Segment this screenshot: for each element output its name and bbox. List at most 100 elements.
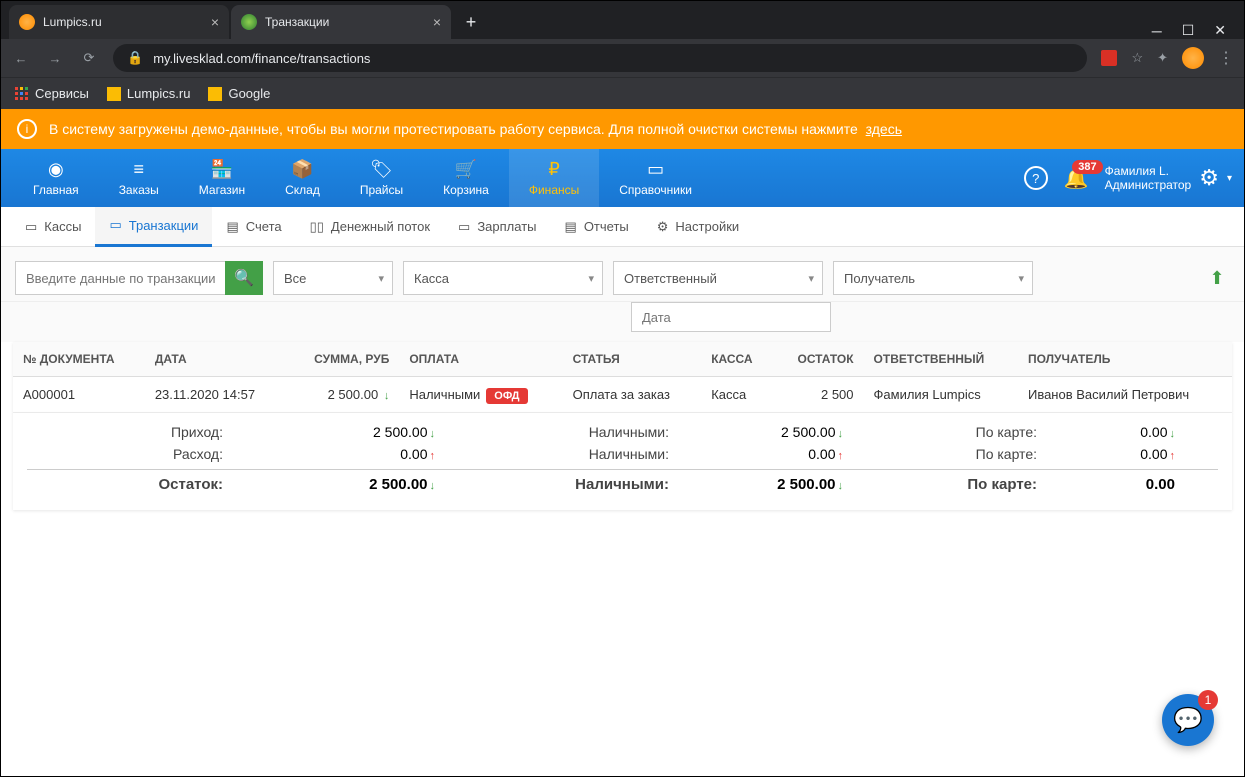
filter-bar: 🔍 Все Касса Ответственный Получатель ⬆ [1, 247, 1244, 302]
th-rest[interactable]: ОСТАТОК [774, 342, 864, 377]
lock-icon: 🔒 [127, 50, 143, 66]
card-icon: ▭ [109, 217, 121, 233]
help-icon[interactable]: ? [1024, 166, 1048, 190]
filter-all[interactable]: Все [273, 261, 393, 295]
sub-nav: ▭Кассы ▭Транзакции ▤Счета ▯▯Денежный пот… [1, 207, 1244, 247]
up-arrow-icon: ↑ [430, 450, 436, 462]
orders-icon: ≡ [133, 160, 144, 180]
nav-cart[interactable]: 🛒Корзина [423, 149, 509, 207]
subnav-salary[interactable]: ▭Зарплаты [444, 207, 550, 247]
back-button[interactable]: ← [11, 48, 31, 68]
user-menu[interactable]: Фамилия L. Администратор ⚙ ▾ [1105, 164, 1232, 192]
close-icon[interactable]: × [211, 14, 219, 30]
th-date[interactable]: ДАТА [145, 342, 287, 377]
up-arrow-icon: ↑ [1170, 450, 1176, 462]
shop-icon: 🏪 [211, 160, 233, 180]
window-controls: ─ ☐ ✕ [1134, 22, 1244, 39]
forward-button[interactable]: → [45, 48, 65, 68]
th-doc[interactable]: № ДОКУМЕНТА [13, 342, 145, 377]
maximize-icon[interactable]: ☐ [1182, 22, 1195, 39]
export-button[interactable]: ⬆ [1204, 265, 1230, 291]
menu-icon[interactable]: ⋮ [1218, 48, 1234, 68]
down-arrow-icon: ↓ [838, 428, 844, 440]
banner-link[interactable]: здесь [866, 121, 902, 137]
new-tab-button[interactable]: + [457, 8, 485, 36]
date-input[interactable] [631, 302, 831, 332]
main-nav: ◉Главная ≡Заказы 🏪Магазин 📦Склад 🏷Прайсы… [1, 149, 1244, 207]
chat-badge: 1 [1198, 690, 1218, 710]
th-pay[interactable]: ОПЛАТА [399, 342, 562, 377]
minimize-icon[interactable]: ─ [1152, 23, 1162, 39]
url-text: my.livesklad.com/finance/transactions [153, 51, 370, 66]
bookmark-star-icon[interactable]: ☆ [1131, 50, 1143, 66]
chat-button[interactable]: 💬 1 [1162, 694, 1214, 746]
th-kassa[interactable]: КАССА [701, 342, 774, 377]
tag-icon: 🏷 [370, 160, 393, 180]
report-icon: ▤ [565, 219, 577, 235]
subnav-cashflow[interactable]: ▯▯Денежный поток [296, 207, 444, 247]
user-name: Фамилия L. [1105, 164, 1192, 178]
gear-icon: ⚙ [1199, 165, 1219, 191]
browser-window: Lumpics.ru × Транзакции × + ─ ☐ ✕ ← → ⟳ … [0, 0, 1245, 777]
book-icon: ▭ [647, 160, 664, 180]
nav-refs[interactable]: ▭Справочники [599, 149, 712, 207]
nav-prices[interactable]: 🏷Прайсы [340, 149, 423, 207]
subnav-reports[interactable]: ▤Отчеты [551, 207, 643, 247]
table-row[interactable]: A000001 23.11.2020 14:57 2 500.00 ↓ Нали… [13, 377, 1232, 413]
chart-icon: ▯▯ [310, 219, 324, 235]
nav-shop[interactable]: 🏪Магазин [179, 149, 265, 207]
th-article[interactable]: СТАТЬЯ [563, 342, 702, 377]
subnav-accounts[interactable]: ▤Счета [212, 207, 295, 247]
reload-button[interactable]: ⟳ [79, 48, 99, 68]
th-sum[interactable]: СУММА, РУБ [287, 342, 399, 377]
profile-avatar[interactable] [1182, 47, 1204, 69]
notif-badge: 387 [1072, 160, 1102, 174]
down-arrow-icon: ↓ [1170, 428, 1176, 440]
close-icon[interactable]: × [433, 14, 441, 30]
user-role: Администратор [1105, 178, 1192, 192]
nav-warehouse[interactable]: 📦Склад [265, 149, 340, 207]
url-input[interactable]: 🔒 my.livesklad.com/finance/transactions [113, 44, 1087, 72]
bookmarks-bar: Сервисы Lumpics.ru Google [1, 77, 1244, 109]
notifications-button[interactable]: 🔔387 [1064, 166, 1089, 191]
nav-home[interactable]: ◉Главная [13, 149, 99, 207]
filter-recipient[interactable]: Получатель [833, 261, 1033, 295]
filter-kassa[interactable]: Касса [403, 261, 603, 295]
down-arrow-icon: ↓ [430, 480, 436, 492]
chevron-down-icon: ▾ [1227, 173, 1232, 184]
folder-icon [107, 87, 121, 101]
bookmark-services[interactable]: Сервисы [15, 86, 89, 101]
th-resp[interactable]: ОТВЕТСТВЕННЫЙ [864, 342, 1018, 377]
tab-lumpics[interactable]: Lumpics.ru × [9, 5, 229, 39]
ofd-badge: ОФД [486, 388, 527, 404]
nav-finance[interactable]: ₽Финансы [509, 149, 599, 207]
subnav-settings[interactable]: ⚙Настройки [643, 207, 753, 247]
tab-title: Lumpics.ru [43, 15, 102, 29]
search-input[interactable] [15, 261, 225, 295]
down-arrow-icon: ↓ [384, 390, 390, 402]
summary-block: Приход: 2 500.00↓ Наличными: 2 500.00↓ П… [13, 413, 1232, 510]
extensions-icon[interactable]: ✦ [1157, 50, 1168, 66]
th-recv[interactable]: ПОЛУЧАТЕЛЬ [1018, 342, 1232, 377]
bookmark-lumpics[interactable]: Lumpics.ru [107, 86, 191, 101]
tab-bar: Lumpics.ru × Транзакции × + ─ ☐ ✕ [1, 1, 1244, 39]
wallet-icon: ▭ [458, 219, 470, 235]
info-icon: i [17, 119, 37, 139]
notification-icon[interactable] [1101, 50, 1117, 66]
apps-icon [15, 87, 29, 101]
subnav-transactions[interactable]: ▭Транзакции [95, 207, 212, 247]
tab-transactions[interactable]: Транзакции × [231, 5, 451, 39]
down-arrow-icon: ↓ [838, 480, 844, 492]
nav-orders[interactable]: ≡Заказы [99, 149, 179, 207]
subnav-kassy[interactable]: ▭Кассы [11, 207, 95, 247]
ruble-icon: ₽ [548, 160, 559, 180]
settings-icon: ⚙ [657, 219, 669, 235]
favicon-icon [241, 14, 257, 30]
bookmark-google[interactable]: Google [208, 86, 270, 101]
filter-responsible[interactable]: Ответственный [613, 261, 823, 295]
banner-text: В систему загружены демо-данные, чтобы в… [49, 121, 902, 137]
cash-icon: ▭ [25, 219, 37, 235]
search-button[interactable]: 🔍 [225, 261, 263, 295]
favicon-icon [19, 14, 35, 30]
close-window-icon[interactable]: ✕ [1214, 22, 1226, 39]
